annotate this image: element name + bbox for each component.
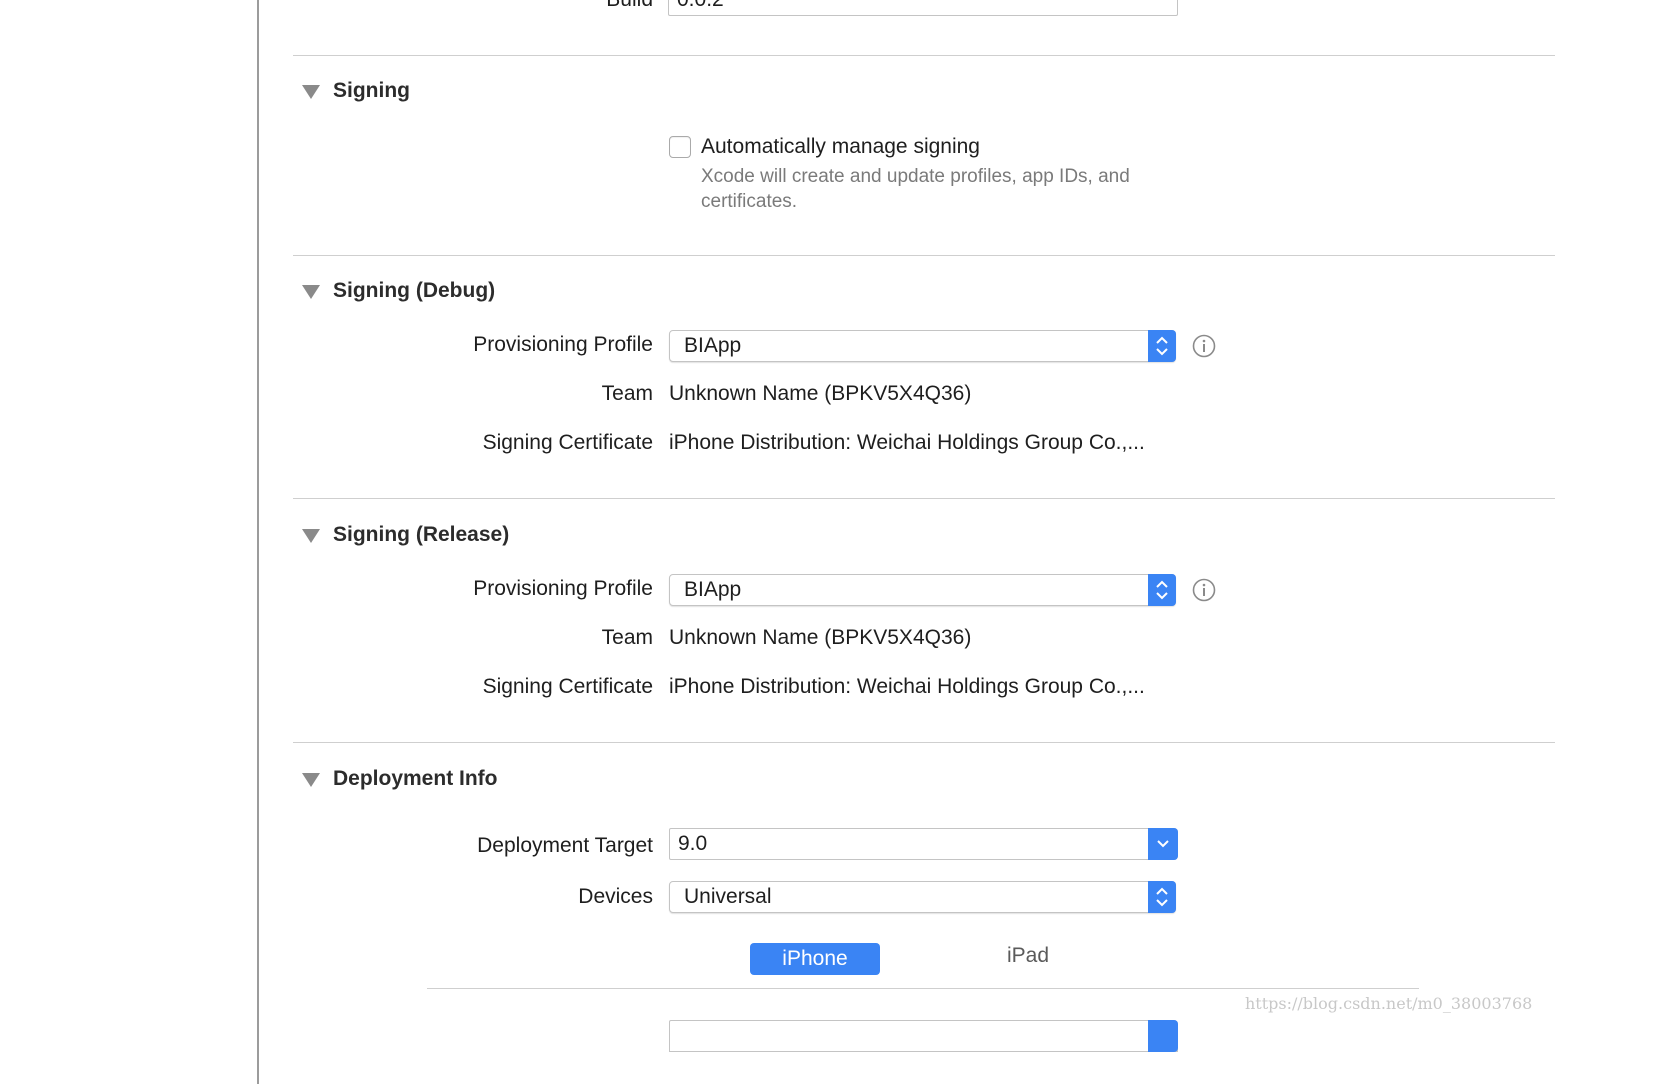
info-circle-icon[interactable]: [1192, 334, 1216, 358]
devices-popup[interactable]: Universal: [669, 881, 1176, 913]
separator: [427, 988, 1419, 989]
deployment-target-value: 9.0: [678, 832, 708, 855]
provisioning-profile-value: BIApp: [684, 578, 742, 601]
auto-manage-signing-label[interactable]: Automatically manage signing: [701, 135, 980, 159]
provisioning-profile-popup[interactable]: BIApp: [669, 574, 1176, 606]
deployment-target-combo[interactable]: 9.0: [669, 828, 1178, 860]
section-title-signing: Signing: [333, 79, 410, 102]
chevron-down-icon[interactable]: [1148, 1020, 1178, 1052]
separator: [293, 55, 1555, 56]
watermark: https://blog.csdn.net/m0_38003768: [1245, 994, 1533, 1013]
signing-certificate-value: iPhone Distribution: Weichai Holdings Gr…: [669, 431, 1145, 454]
popup-stepper-icon: [1148, 574, 1176, 606]
description-line: Xcode will create and update profiles, a…: [701, 166, 1130, 187]
chevron-down-icon[interactable]: [1148, 828, 1178, 860]
description-line: certificates.: [701, 191, 798, 212]
signing-certificate-label: Signing Certificate: [482, 675, 653, 698]
disclosure-triangle-down-icon[interactable]: [302, 285, 320, 299]
disclosure-triangle-down-icon[interactable]: [302, 529, 320, 543]
segment-iphone[interactable]: iPhone: [750, 943, 880, 975]
build-label: Build: [606, 0, 653, 13]
devices-label: Devices: [578, 885, 653, 908]
signing-certificate-label: Signing Certificate: [482, 431, 653, 454]
section-title-signing-debug: Signing (Debug): [333, 279, 496, 302]
team-label: Team: [601, 626, 653, 649]
devices-value: Universal: [684, 885, 772, 908]
build-value: 0.0.2: [677, 0, 724, 15]
auto-manage-signing-checkbox[interactable]: [669, 136, 691, 158]
team-value: Unknown Name (BPKV5X4Q36): [669, 626, 972, 649]
section-title-signing-release: Signing (Release): [333, 523, 510, 546]
team-value: Unknown Name (BPKV5X4Q36): [669, 382, 972, 405]
disclosure-triangle-down-icon[interactable]: [302, 85, 320, 99]
provisioning-profile-value: BIApp: [684, 334, 742, 357]
section-title-deployment-info: Deployment Info: [333, 767, 498, 790]
segment-ipad[interactable]: iPad: [963, 940, 1093, 972]
provisioning-profile-popup[interactable]: BIApp: [669, 330, 1176, 362]
provisioning-profile-label: Provisioning Profile: [473, 333, 653, 356]
build-field[interactable]: 0.0.2: [668, 0, 1178, 16]
signing-certificate-value: iPhone Distribution: Weichai Holdings Gr…: [669, 675, 1145, 698]
provisioning-profile-label: Provisioning Profile: [473, 577, 653, 600]
auto-manage-signing-description: Xcode will create and update profiles, a…: [701, 164, 1130, 214]
popup-stepper-icon: [1148, 881, 1176, 913]
popup-stepper-icon: [1148, 330, 1176, 362]
team-label: Team: [601, 382, 653, 405]
separator: [293, 255, 1555, 256]
disclosure-triangle-down-icon[interactable]: [302, 773, 320, 787]
info-circle-icon[interactable]: [1192, 578, 1216, 602]
separator: [293, 498, 1555, 499]
sidebar-divider: [257, 0, 259, 1084]
deployment-target-label: Deployment Target: [477, 834, 653, 857]
partial-field[interactable]: [669, 1020, 1178, 1052]
separator: [293, 742, 1555, 743]
